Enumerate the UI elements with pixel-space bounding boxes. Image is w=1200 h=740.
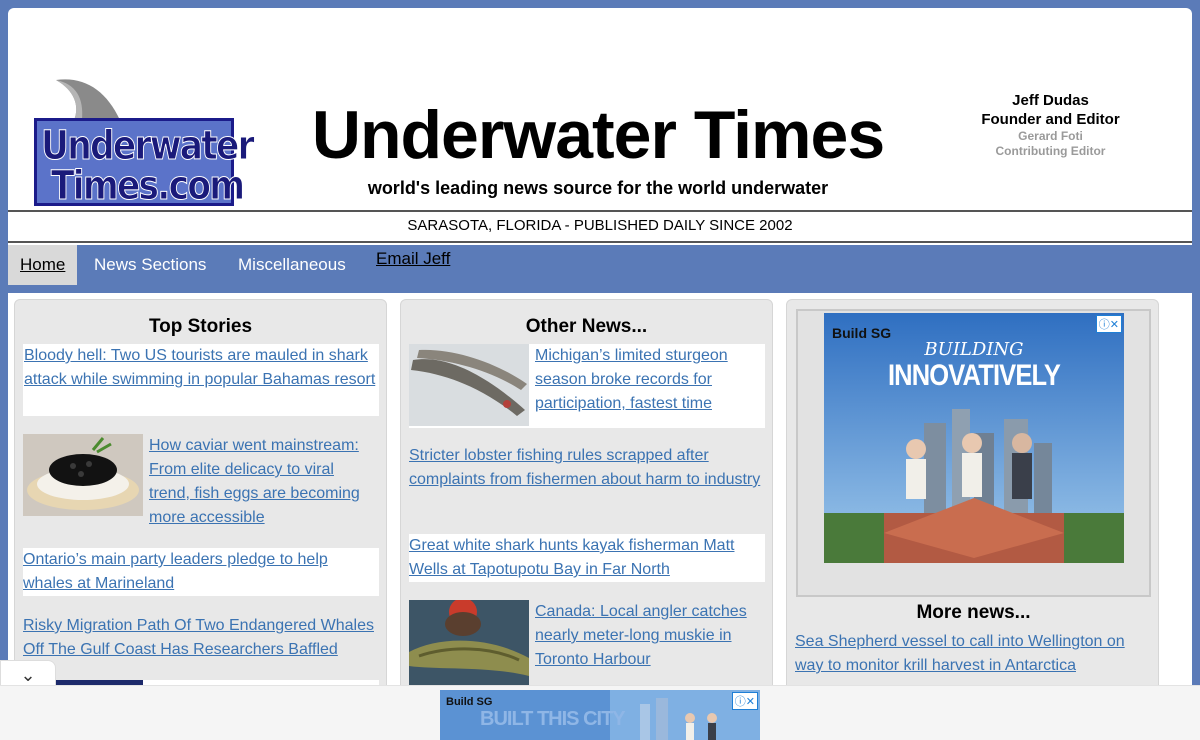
main-nav: Home News Sections Miscellaneous Email J… (8, 245, 1192, 293)
collapse-toggle[interactable]: ⌄ (0, 660, 56, 688)
muskie-thumbnail[interactable] (409, 600, 529, 690)
bottom-ad[interactable]: Build SG BUILT THIS CITY ⓘ✕ (440, 690, 760, 740)
list-item: Canada: Local angler catches nearly mete… (409, 600, 765, 690)
list-item: Ontario’s main party leaders pledge to h… (23, 548, 379, 596)
editors-block: Jeff Dudas Founder and Editor Gerard Fot… (948, 91, 1153, 159)
top-stories-heading: Top Stories (148, 316, 253, 337)
nav-home[interactable]: Home (8, 245, 78, 285)
story-link[interactable]: Stricter lobster fishing rules scrapped … (409, 447, 760, 488)
top-stories-panel: Top Stories Bloody hell: Two US tourists… (14, 299, 387, 699)
story-link[interactable]: How caviar went mainstream: From elite d… (149, 437, 360, 526)
masthead: Underwater Times.com Underwater Times wo… (8, 8, 1192, 213)
list-item: Michigan’s limited sturgeon season broke… (409, 344, 765, 428)
story-link[interactable]: Sea Shepherd vessel to call into Welling… (795, 633, 1125, 674)
dateline: SARASOTA, FLORIDA - PUBLISHED DAILY SINC… (407, 217, 793, 234)
page: Underwater Times.com Underwater Times wo… (8, 8, 1192, 740)
logo-line2: Times.com (51, 163, 246, 210)
site-title: Underwater Times (311, 97, 885, 173)
story-link[interactable]: Canada: Local angler catches nearly mete… (535, 603, 747, 668)
list-item: Bloody hell: Two US tourists are mauled … (23, 344, 379, 416)
list-item: Sea Shepherd vessel to call into Welling… (795, 630, 1151, 678)
divider-bottom (8, 241, 1192, 243)
ad-frame: Build SG BUILDING INNOVATIVELY ⓘ✕ (796, 309, 1151, 597)
other-news-heading: Other News... (525, 316, 648, 337)
story-link[interactable]: Great white shark hunts kayak fisherman … (409, 537, 734, 578)
list-item: Great white shark hunts kayak fisherman … (409, 534, 765, 582)
nav-email-jeff[interactable]: Email Jeff (364, 239, 462, 279)
nav-miscellaneous[interactable]: Miscellaneous (226, 245, 358, 285)
contrib-name: Gerard Foti (1018, 129, 1083, 143)
other-news-panel: Other News... Michigan’s limited sturgeo… (400, 299, 773, 699)
nav-news-sections[interactable]: News Sections (82, 245, 218, 285)
contrib-role: Contributing Editor (995, 144, 1106, 158)
story-link[interactable]: Risky Migration Path Of Two Endangered W… (23, 617, 374, 658)
list-item: How caviar went mainstream: From elite d… (23, 434, 379, 530)
more-news-panel: Build SG BUILDING INNOVATIVELY ⓘ✕ More n… (786, 299, 1159, 699)
list-item: Risky Migration Path Of Two Endangered W… (23, 614, 379, 662)
divider-top (8, 210, 1192, 212)
site-tagline: world's leading news source for the worl… (367, 178, 829, 198)
story-link[interactable]: Bloody hell: Two US tourists are mauled … (24, 347, 375, 388)
editor-role: Founder and Editor (981, 111, 1120, 128)
chevron-down-icon: ⌄ (20, 665, 36, 685)
ad-line2: INNOVATIVELY (887, 359, 1061, 392)
ad-close-icon[interactable]: ⓘ✕ (1095, 315, 1122, 333)
bottom-ad-bar: Build SG BUILT THIS CITY ⓘ✕ (0, 685, 1200, 740)
sturgeon-thumbnail[interactable] (409, 344, 529, 426)
shark-fin-icon (56, 79, 120, 120)
site-logo[interactable]: Underwater Times.com (34, 76, 255, 210)
sidebar-ad[interactable]: Build SG BUILDING INNOVATIVELY ⓘ✕ (824, 313, 1124, 563)
story-link[interactable]: Michigan’s limited sturgeon season broke… (535, 347, 728, 412)
editor-name: Jeff Dudas (1012, 92, 1089, 109)
list-item: Stricter lobster fishing rules scrapped … (409, 444, 765, 516)
more-news-heading: More news... (916, 602, 1031, 623)
caviar-thumbnail[interactable] (23, 434, 143, 516)
bottom-ad-brand: Build SG (446, 696, 493, 708)
ad-line1: BUILDING (924, 339, 1024, 360)
bottom-ad-close-icon[interactable]: ⓘ✕ (731, 692, 758, 710)
bottom-ad-text: BUILT THIS CITY (480, 708, 626, 730)
logo-box: Underwater Times.com (34, 118, 255, 210)
story-link[interactable]: Ontario’s main party leaders pledge to h… (23, 551, 328, 592)
